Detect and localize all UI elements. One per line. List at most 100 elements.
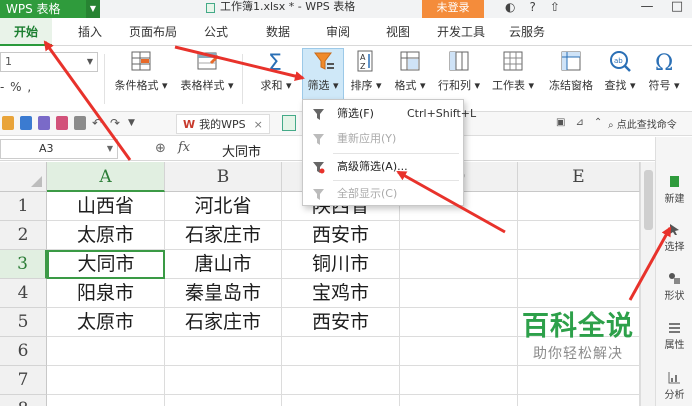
font-size-box[interactable]: 1 ▼ (0, 52, 98, 72)
tab-insert[interactable]: 插入 (70, 18, 110, 46)
freeze-panes-button[interactable]: 冻结窗格 (544, 48, 598, 93)
cell-a2[interactable]: 太原市 (47, 221, 165, 250)
tab-review[interactable]: 审阅 (318, 18, 358, 46)
filter-button[interactable]: 筛选 ▾ (302, 48, 344, 93)
cell-c2[interactable]: 西安市 (282, 221, 400, 250)
document-icon[interactable]: ▣ (556, 117, 565, 128)
side-analysis-button[interactable]: 分析 (656, 371, 692, 401)
cell-d4[interactable] (400, 279, 518, 308)
worksheet-button[interactable]: 工作表 ▾ (488, 48, 538, 93)
format-button[interactable]: 格式 ▾ (390, 48, 430, 93)
row-header-5[interactable]: 5 (0, 308, 47, 337)
select-all-corner[interactable] (0, 162, 47, 192)
cell-a3-active[interactable]: 大同市 (47, 250, 165, 279)
side-new-button[interactable]: 新建 (656, 175, 692, 205)
row-header-8[interactable]: 8 (0, 395, 47, 406)
row-header-7[interactable]: 7 (0, 366, 47, 395)
scrollbar-thumb[interactable] (644, 170, 653, 230)
zoom-magnifier-icon[interactable]: ⊕ (155, 141, 166, 156)
row-header-1[interactable]: 1 (0, 192, 47, 221)
cell-b6[interactable] (165, 337, 282, 366)
fx-label[interactable]: fx (178, 140, 190, 155)
cell-b4[interactable]: 秦皇岛市 (165, 279, 282, 308)
column-header-a[interactable]: A (47, 162, 165, 192)
upload-icon[interactable]: ⇧ (550, 0, 560, 18)
cell-c4[interactable]: 宝鸡市 (282, 279, 400, 308)
tab-data[interactable]: 数据 (258, 18, 298, 46)
cell-e4[interactable] (518, 279, 640, 308)
cell-d8[interactable] (400, 395, 518, 406)
print-icon[interactable] (56, 116, 68, 130)
cell-d2[interactable] (400, 221, 518, 250)
cell-e3[interactable] (518, 250, 640, 279)
column-header-e[interactable]: E (518, 162, 640, 192)
close-tab-icon[interactable]: × (254, 118, 263, 131)
side-shape-button[interactable]: 形状 (656, 272, 692, 302)
cell-d7[interactable] (400, 366, 518, 395)
menu-item-filter[interactable]: 筛选(F) Ctrl+Shift+L (303, 103, 476, 125)
sum-button[interactable]: Σ 求和 ▾ (256, 48, 296, 93)
cell-e1[interactable] (518, 192, 640, 221)
row-header-4[interactable]: 4 (0, 279, 47, 308)
menu-item-advanced-filter[interactable]: 高级筛选(A)... (303, 156, 463, 178)
customize-dropdown-icon[interactable]: ▼ (128, 116, 140, 130)
chevron-down-icon[interactable]: ▼ (87, 53, 93, 71)
cell-d3[interactable] (400, 250, 518, 279)
side-properties-button[interactable]: 属性 (656, 321, 692, 351)
maximize-button[interactable]: □ (662, 0, 692, 13)
open-folder-icon[interactable] (2, 116, 14, 130)
column-header-b[interactable]: B (165, 162, 282, 192)
cell-b5[interactable]: 石家庄市 (165, 308, 282, 337)
cell-e8[interactable] (518, 395, 640, 406)
login-button[interactable]: 未登录 (422, 0, 484, 18)
cell-d6[interactable] (400, 337, 518, 366)
number-format-row[interactable]: - % , (0, 80, 32, 94)
tab-home[interactable]: 开始 (0, 18, 52, 46)
row-header-3[interactable]: 3 (0, 250, 47, 279)
cell-a5[interactable]: 太原市 (47, 308, 165, 337)
minimize-button[interactable]: — (632, 0, 662, 13)
tab-cloud-service[interactable]: 云服务 (504, 18, 550, 46)
tab-page-layout[interactable]: 页面布局 (124, 18, 182, 46)
app-menu-button[interactable]: WPS 表格 ▼ (0, 0, 100, 18)
command-search-box[interactable]: ⌕ 点此查找命令 (608, 116, 677, 131)
cell-a7[interactable] (47, 366, 165, 395)
export-icon[interactable] (74, 116, 86, 130)
cell-c6[interactable] (282, 337, 400, 366)
cell-c8[interactable] (282, 395, 400, 406)
formula-input[interactable]: 大同市 (222, 141, 261, 160)
cell-b2[interactable]: 石家庄市 (165, 221, 282, 250)
cell-b7[interactable] (165, 366, 282, 395)
save-icon[interactable] (20, 116, 32, 130)
cell-b3[interactable]: 唐山市 (165, 250, 282, 279)
cell-b8[interactable] (165, 395, 282, 406)
symbol-button[interactable]: Ω 符号 ▾ (644, 48, 684, 93)
row-header-6[interactable]: 6 (0, 337, 47, 366)
side-select-button[interactable]: 选择 (656, 223, 692, 253)
skin-icon[interactable]: ◐ (505, 0, 515, 18)
tab-developer[interactable]: 开发工具 (432, 18, 490, 46)
cell-d5[interactable] (400, 308, 518, 337)
cell-b1[interactable]: 河北省 (165, 192, 282, 221)
vertical-scrollbar[interactable] (640, 162, 655, 406)
table-style-button[interactable]: 表格样式 ▾ (178, 48, 236, 93)
undo-icon[interactable]: ↶ (92, 116, 104, 130)
find-button[interactable]: ab 查找 ▾ (600, 48, 640, 93)
conditional-format-button[interactable]: 条件格式 ▾ (112, 48, 170, 93)
chevron-down-icon[interactable]: ▼ (107, 140, 113, 158)
collapse-ribbon-icon[interactable]: ⌃ (594, 117, 602, 128)
cell-a8[interactable] (47, 395, 165, 406)
cell-a6[interactable] (47, 337, 165, 366)
cell-c5[interactable]: 西安市 (282, 308, 400, 337)
row-header-2[interactable]: 2 (0, 221, 47, 250)
workbook-tab[interactable] (282, 115, 296, 131)
tab-formula[interactable]: 公式 (196, 18, 236, 46)
redo-icon[interactable]: ↷ (110, 116, 122, 130)
sort-button[interactable]: AZ 排序 ▾ (346, 48, 386, 93)
help-icon[interactable]: ? (529, 0, 535, 18)
cell-e7[interactable] (518, 366, 640, 395)
app-menu-dropdown-icon[interactable]: ▼ (86, 0, 100, 18)
cell-a4[interactable]: 阳泉市 (47, 279, 165, 308)
tab-view[interactable]: 视图 (378, 18, 418, 46)
my-wps-tab[interactable]: W 我的WPS × (176, 114, 270, 134)
